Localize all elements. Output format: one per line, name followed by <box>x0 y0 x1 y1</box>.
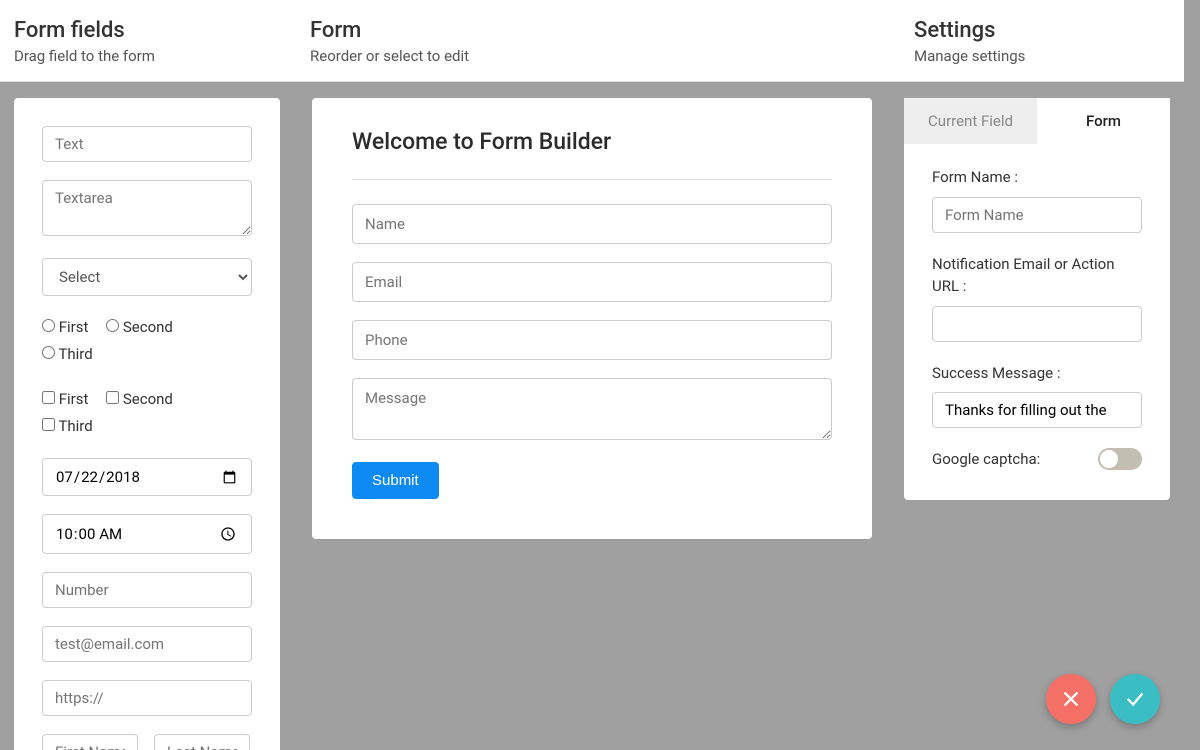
confirm-button[interactable] <box>1110 674 1160 724</box>
canvas-phone-field[interactable] <box>352 320 832 360</box>
captcha-label: Google captcha: <box>932 450 1040 468</box>
palette-textarea-field[interactable] <box>42 180 252 236</box>
notify-input[interactable] <box>932 306 1142 342</box>
palette-checkbox-group[interactable]: First Second Third <box>42 386 252 440</box>
header-settings-sub: Manage settings <box>914 47 1170 65</box>
palette-text-field[interactable] <box>42 126 252 162</box>
check-icon <box>1124 688 1146 710</box>
form-title: Welcome to Form Builder <box>352 128 832 155</box>
palette-number-field[interactable] <box>42 572 252 608</box>
captcha-toggle[interactable] <box>1098 448 1142 470</box>
form-name-label: Form Name : <box>932 166 1142 189</box>
success-label: Success Message : <box>932 362 1142 385</box>
settings-panel: Current Field Form Form Name : Notificat… <box>904 98 1170 500</box>
header-form-title: Form <box>310 18 886 43</box>
palette-checkbox-first[interactable] <box>42 391 55 404</box>
palette-radio-first[interactable] <box>42 319 55 332</box>
cancel-button[interactable] <box>1046 674 1096 724</box>
header-form-sub: Reorder or select to edit <box>310 47 886 65</box>
header-settings-title: Settings <box>914 18 1170 43</box>
field-palette-panel: Select First Second Third First Second T… <box>14 98 280 750</box>
palette-lastname-field[interactable] <box>154 734 250 750</box>
palette-select-field[interactable]: Select <box>42 258 252 296</box>
header-bar: Form fields Drag field to the form Form … <box>0 0 1184 82</box>
palette-email-field[interactable] <box>42 626 252 662</box>
palette-radio-group[interactable]: First Second Third <box>42 314 252 368</box>
palette-time-field[interactable] <box>42 514 252 554</box>
notify-label: Notification Email or Action URL : <box>932 253 1142 298</box>
submit-button[interactable]: Submit <box>352 462 439 499</box>
canvas-email-field[interactable] <box>352 262 832 302</box>
canvas-name-field[interactable] <box>352 204 832 244</box>
palette-date-field[interactable] <box>42 458 252 496</box>
palette-checkbox-third[interactable] <box>42 418 55 431</box>
palette-radio-second[interactable] <box>106 319 119 332</box>
palette-checkbox-second[interactable] <box>106 391 119 404</box>
tab-current-field[interactable]: Current Field <box>904 98 1037 144</box>
tab-form[interactable]: Form <box>1037 98 1170 144</box>
header-fields-title: Form fields <box>14 18 282 43</box>
form-name-input[interactable] <box>932 197 1142 233</box>
palette-radio-third[interactable] <box>42 346 55 359</box>
close-icon <box>1060 688 1082 710</box>
form-divider <box>352 179 832 180</box>
success-input[interactable] <box>932 392 1142 428</box>
canvas-message-field[interactable] <box>352 378 832 440</box>
form-canvas-panel: Welcome to Form Builder Submit <box>312 98 872 539</box>
palette-firstname-field[interactable] <box>42 734 138 750</box>
palette-url-field[interactable] <box>42 680 252 716</box>
header-fields-sub: Drag field to the form <box>14 47 282 65</box>
